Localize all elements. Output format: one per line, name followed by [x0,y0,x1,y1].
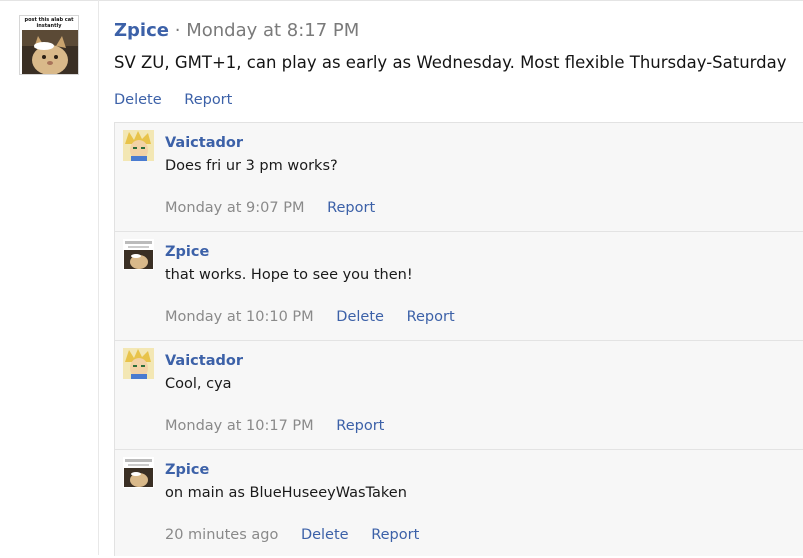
reply-item: Zpice on main as BlueHuseeyWasTaken 20 m… [115,450,803,558]
reply-body: that works. Hope to see you then! [165,267,413,283]
top-divider [0,0,803,1]
report-button[interactable]: Report [336,418,384,434]
reply-meta: Monday at 10:10 PM Delete Report [165,307,455,327]
post-actions: Delete Report [114,90,232,110]
post-author-name[interactable]: Zpice [114,20,169,41]
avatar-caption: post this alab cat instantly [24,17,74,29]
reply-author-avatar[interactable] [123,130,154,161]
reply-meta: 20 minutes ago Delete Report [165,525,419,545]
reply-item: Vaictador Does fri ur 3 pm works? Monday… [115,123,803,232]
reply-item: Vaictador Cool, cya Monday at 10:17 PM R… [115,341,803,450]
anime-avatar-icon [123,130,154,161]
thread-divider [98,0,99,555]
delete-button[interactable]: Delete [301,527,349,543]
reply-author-name[interactable]: Zpice [165,460,209,480]
anime-avatar-icon [123,348,154,379]
reply-author-avatar[interactable] [123,348,154,379]
reply-meta: Monday at 9:07 PM Report [165,198,375,218]
reply-timestamp[interactable]: 20 minutes ago [165,527,278,543]
reply-author-avatar[interactable] [123,239,154,270]
reply-list: Vaictador Does fri ur 3 pm works? Monday… [114,122,803,556]
reply-body: Does fri ur 3 pm works? [165,158,338,174]
reply-timestamp[interactable]: Monday at 10:17 PM [165,418,314,434]
reply-author-avatar[interactable] [123,457,154,488]
report-button[interactable]: Report [327,200,375,216]
reply-meta: Monday at 10:17 PM Report [165,416,384,436]
delete-button[interactable]: Delete [114,92,162,108]
cat-avatar-icon [123,239,154,270]
report-button[interactable]: Report [407,309,455,325]
header-separator: · [174,20,181,41]
cat-avatar-icon [123,457,154,488]
delete-button[interactable]: Delete [336,309,384,325]
post-header: Zpice · Monday at 8:17 PM [114,19,359,43]
reply-author-name[interactable]: Vaictador [165,133,243,153]
reply-body: on main as BlueHuseeyWasTaken [165,485,407,501]
post-body: SV ZU, GMT+1, can play as early as Wedne… [114,53,787,72]
reply-item: Zpice that works. Hope to see you then! … [115,232,803,341]
reply-author-name[interactable]: Vaictador [165,351,243,371]
reply-body: Cool, cya [165,376,232,392]
reply-timestamp[interactable]: Monday at 10:10 PM [165,309,314,325]
reply-author-name[interactable]: Zpice [165,242,209,262]
post-timestamp[interactable]: Monday at 8:17 PM [186,20,359,41]
cat-image [22,30,78,74]
reply-timestamp[interactable]: Monday at 9:07 PM [165,200,304,216]
report-button[interactable]: Report [371,527,419,543]
report-button[interactable]: Report [184,92,232,108]
post-author-avatar[interactable]: post this alab cat instantly [19,15,79,75]
